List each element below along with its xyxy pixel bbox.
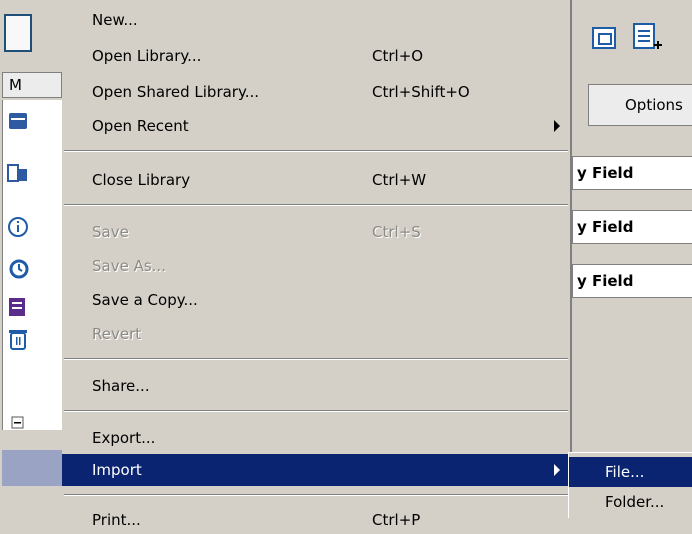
field-label: y Field <box>577 272 634 290</box>
list-icon[interactable] <box>7 296 29 318</box>
menu-separator <box>64 150 568 152</box>
app-left-panel: M <box>0 0 63 518</box>
menu-item-shortcut: Ctrl+S <box>372 223 421 241</box>
history-icon[interactable] <box>7 258 29 280</box>
menu-item-label: Open Recent <box>92 117 189 135</box>
menu-item-new[interactable]: New... <box>62 6 570 34</box>
submenu-item-folder[interactable]: Folder... <box>569 487 692 517</box>
menu-item-label: Open Library... <box>92 47 202 65</box>
field-input[interactable]: y Field <box>572 264 692 298</box>
menu-item-import[interactable]: Import <box>62 454 570 486</box>
submenu-arrow-icon <box>554 120 560 132</box>
tab-main[interactable]: M <box>2 72 62 98</box>
menu-item-shortcut: Ctrl+W <box>372 171 427 189</box>
menu-item-save-a-copy[interactable]: Save a Copy... <box>62 286 570 314</box>
menu-separator <box>64 410 568 412</box>
field-input[interactable]: y Field <box>572 156 692 190</box>
menu-item-label: Save a Copy... <box>92 291 198 309</box>
submenu-item-label: File... <box>605 463 645 481</box>
menu-item-label: Export... <box>92 429 156 447</box>
document-icon[interactable] <box>4 14 32 52</box>
info-icon[interactable] <box>7 216 29 238</box>
menu-item-shortcut: Ctrl+Shift+O <box>372 83 470 101</box>
library-icon[interactable] <box>7 110 29 132</box>
menu-item-revert[interactable]: Revert <box>62 320 570 348</box>
menu-item-shortcut: Ctrl+O <box>372 47 424 65</box>
menu-item-label: Share... <box>92 377 150 395</box>
menu-separator <box>64 204 568 206</box>
menu-item-close-library[interactable]: Close Library Ctrl+W <box>62 166 570 194</box>
menu-item-open-recent[interactable]: Open Recent <box>62 112 570 140</box>
menu-item-save[interactable]: Save Ctrl+S <box>62 218 570 246</box>
app-right-panel <box>570 0 692 518</box>
menu-item-open-shared-library[interactable]: Open Shared Library... Ctrl+Shift+O <box>62 78 570 106</box>
add-list-icon[interactable] <box>632 22 662 54</box>
menu-item-save-as[interactable]: Save As... <box>62 252 570 280</box>
submenu-item-file[interactable]: File... <box>569 457 692 487</box>
options-button[interactable]: Options <box>588 84 692 126</box>
menu-separator <box>64 358 568 360</box>
import-submenu: File... Folder... <box>568 452 692 518</box>
submenu-item-label: Folder... <box>605 493 665 511</box>
menu-item-label: Import <box>92 461 142 479</box>
menu-item-label: Save As... <box>92 257 166 275</box>
menu-item-export[interactable]: Export... <box>62 424 570 452</box>
trash-icon[interactable] <box>7 328 29 350</box>
menu-item-open-library[interactable]: Open Library... Ctrl+O <box>62 42 570 70</box>
field-input[interactable]: y Field <box>572 210 692 244</box>
copy-icon[interactable] <box>7 162 29 184</box>
menu-item-label: Close Library <box>92 171 191 189</box>
menu-item-label: Open Shared Library... <box>92 83 260 101</box>
tab-label: M <box>9 76 22 94</box>
menu-item-label: Revert <box>92 325 142 343</box>
menu-item-label: Print... <box>92 511 141 529</box>
menu-item-shortcut: Ctrl+P <box>372 511 421 529</box>
sidebar-selection <box>2 450 62 486</box>
field-label: y Field <box>577 164 634 182</box>
menu-separator <box>64 494 568 496</box>
menu-item-share[interactable]: Share... <box>62 372 570 400</box>
file-menu: New... Open Library... Ctrl+O Open Share… <box>62 0 572 529</box>
window-icon[interactable] <box>590 22 620 54</box>
sidebar <box>2 100 63 430</box>
menu-item-label: Save <box>92 223 129 241</box>
menu-item-label: New... <box>92 11 138 29</box>
submenu-arrow-icon <box>554 464 560 476</box>
field-label: y Field <box>577 218 634 236</box>
options-label: Options <box>625 96 683 114</box>
menu-item-print[interactable]: Print... Ctrl+P <box>62 506 570 534</box>
